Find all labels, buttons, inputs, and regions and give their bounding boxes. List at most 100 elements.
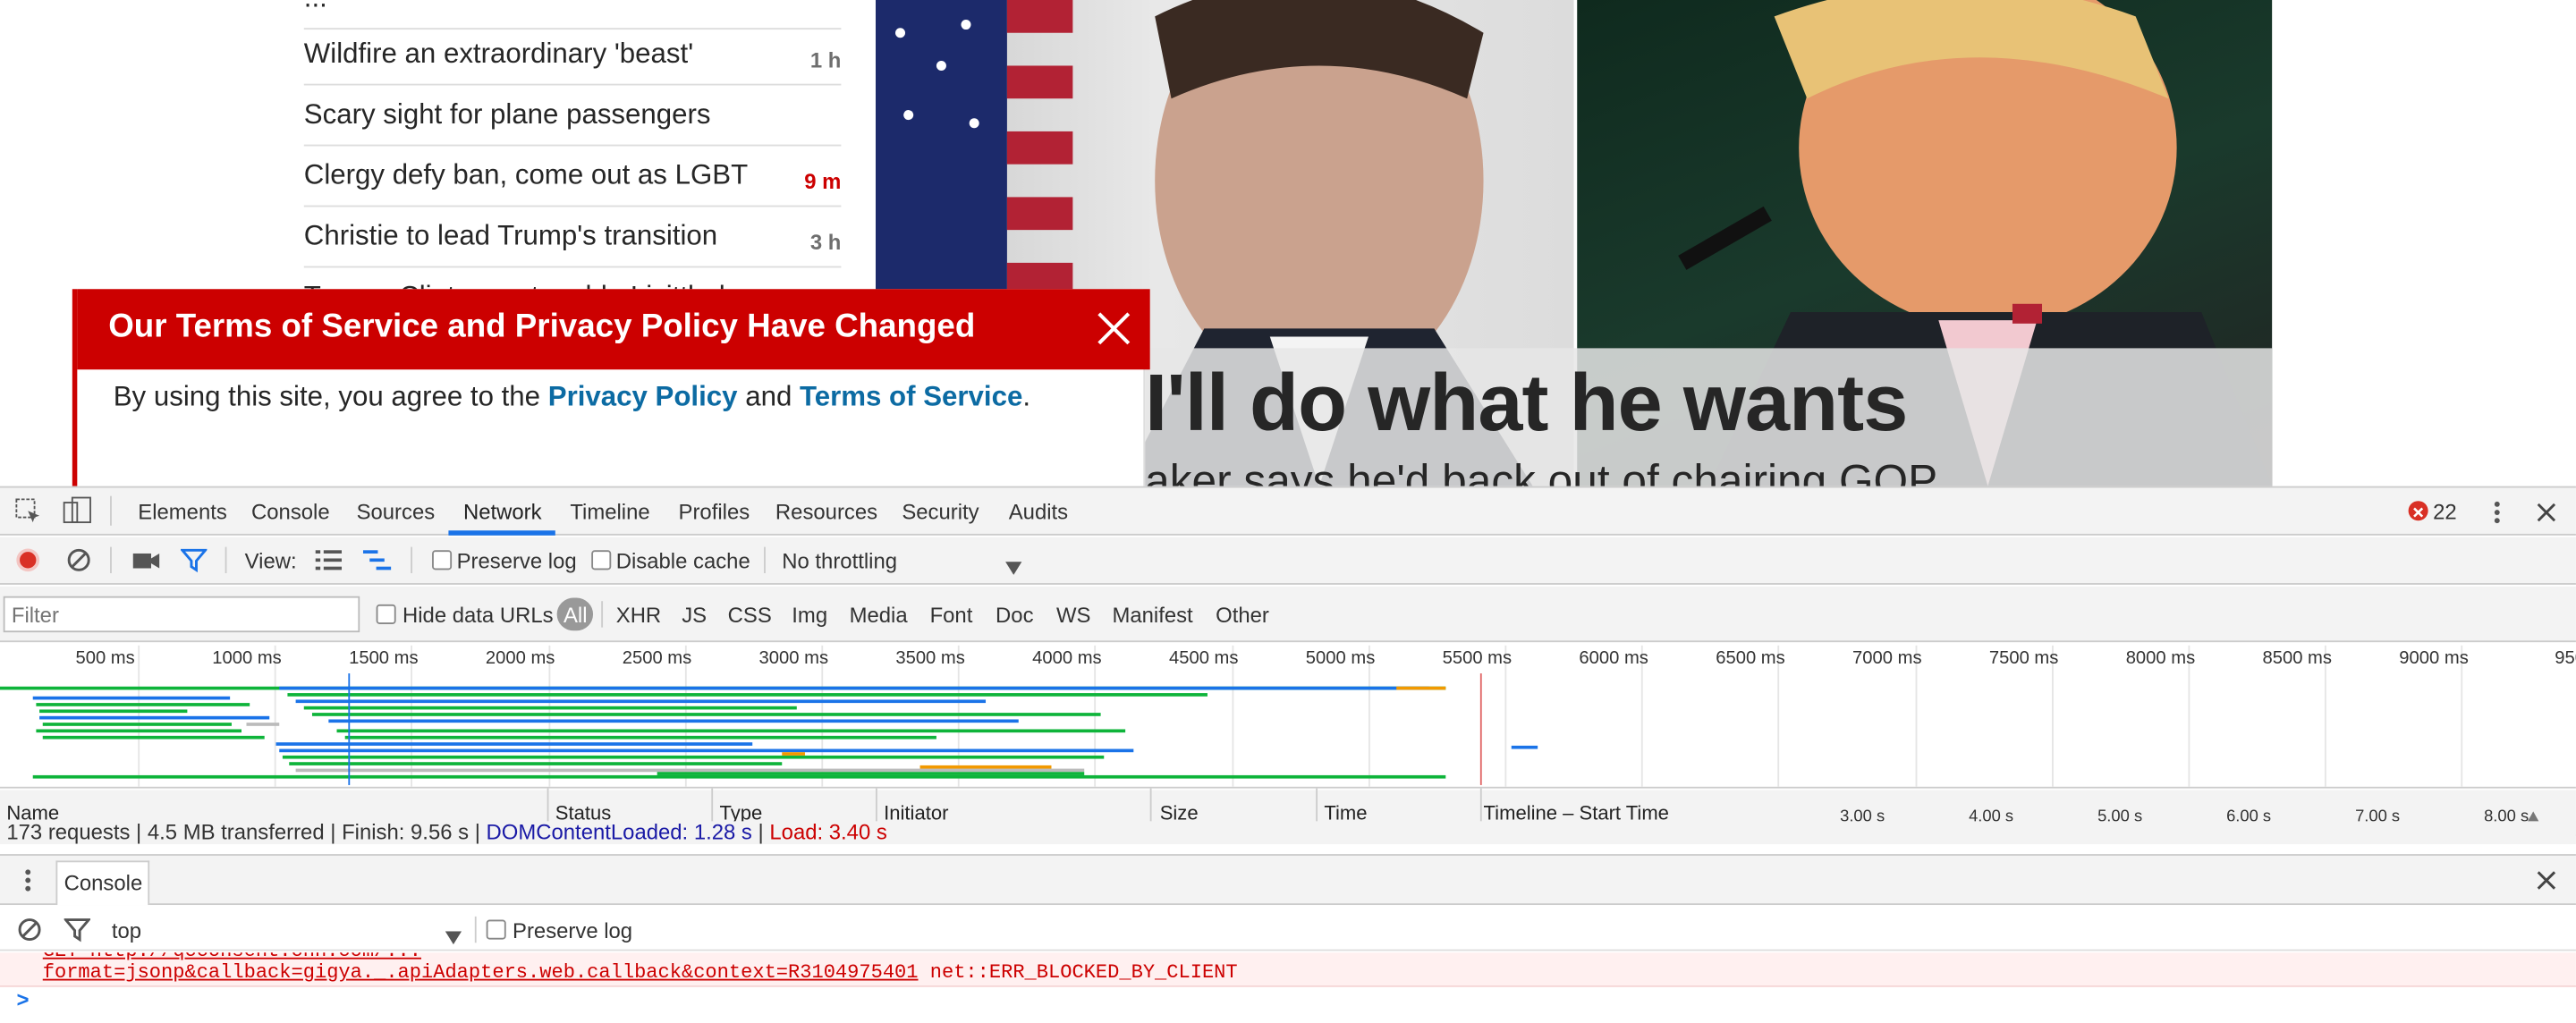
timeline-tick-label: 9500 [2555, 648, 2576, 669]
waterfall-bar [39, 715, 270, 720]
console-context-select[interactable]: top [112, 918, 141, 943]
tab-audits[interactable]: Audits [1009, 499, 1068, 524]
waterfall-bar [36, 729, 242, 733]
hide-data-urls-checkbox[interactable] [376, 604, 396, 624]
summary-sep: | [751, 821, 770, 845]
waterfall-bar [36, 703, 250, 706]
waterfall-bar [657, 772, 1085, 775]
tab-profiles[interactable]: Profiles [679, 499, 750, 524]
filter-type-ws[interactable]: WS [1056, 603, 1090, 628]
overview-icon[interactable] [362, 548, 393, 571]
waterfall-bar [42, 735, 265, 740]
record-icon[interactable] [16, 548, 40, 572]
terms-modal: Our Terms of Service and Privacy Policy … [72, 289, 1150, 486]
privacy-policy-link[interactable]: Privacy Policy [548, 381, 738, 412]
error-icon[interactable] [2408, 501, 2428, 521]
drawer-menu-icon[interactable] [20, 867, 36, 893]
console-preserve-log-label[interactable]: Preserve log [513, 918, 632, 943]
news-item[interactable]: Clergy defy ban, come out as LGBT 9 m [303, 146, 842, 207]
console-error-url[interactable]: format=jsonp&callback=gigya._.apiAdapter… [43, 960, 919, 984]
disable-cache-checkbox[interactable] [591, 550, 612, 571]
terms-of-service-link[interactable]: Terms of Service [800, 381, 1022, 412]
timeline-tick-label: 7000 ms [1852, 648, 1922, 669]
disable-cache-label[interactable]: Disable cache [616, 548, 750, 573]
preserve-log-label[interactable]: Preserve log [457, 548, 577, 573]
filter-type-font[interactable]: Font [930, 603, 973, 628]
inspect-element-icon[interactable] [15, 498, 43, 526]
filter-type-css[interactable]: CSS [728, 603, 772, 628]
news-item[interactable]: Scary sight for plane passengers [303, 86, 842, 147]
close-icon[interactable] [1096, 310, 1131, 346]
chevron-down-icon[interactable] [1005, 554, 1022, 575]
timeline-tick-label: 1500 ms [349, 648, 419, 669]
timeline-tick-label: 8000 ms [2125, 648, 2196, 669]
summary-load: Load: 3.40 s [769, 821, 887, 845]
close-drawer-icon[interactable] [2535, 869, 2558, 892]
waterfall-bar [919, 765, 1052, 769]
hero-headline[interactable]: I'll do what he wants [1145, 358, 1908, 450]
filter-input[interactable] [3, 596, 360, 633]
timeline-tick-label: 5000 ms [1305, 648, 1376, 669]
console-error-row[interactable]: GET http://qcconsent.cnn.com/... format=… [0, 952, 2576, 987]
large-rows-icon[interactable] [315, 548, 343, 571]
news-item[interactable]: Wildfire an extraordinary 'beast' 1 h [303, 25, 842, 86]
drawer-tabbar [0, 854, 2576, 906]
filter-type-all[interactable]: All [564, 603, 588, 628]
tab-console[interactable]: Console [251, 499, 330, 524]
waterfall-bar [32, 774, 1446, 779]
tab-sources[interactable]: Sources [357, 499, 436, 524]
filter-type-xhr[interactable]: XHR [616, 603, 661, 628]
more-options-icon[interactable] [2487, 499, 2507, 525]
close-devtools-icon[interactable] [2535, 501, 2558, 524]
capture-screenshots-icon[interactable] [131, 548, 161, 571]
console-filter-icon[interactable] [63, 917, 92, 943]
filter-type-media[interactable]: Media [850, 603, 908, 628]
sort-ascending-icon[interactable] [2525, 805, 2542, 826]
filter-type-manifest[interactable]: Manifest [1112, 603, 1192, 628]
tab-timeline[interactable]: Timeline [570, 499, 649, 524]
error-count[interactable]: 22 [2433, 499, 2457, 524]
console-preserve-log-checkbox[interactable] [486, 919, 506, 940]
console-error-message: net::ERR_BLOCKED_BY_CLIENT [929, 960, 1238, 985]
throttling-select[interactable]: No throttling [782, 548, 897, 573]
news-item-age: 9 m [804, 169, 842, 194]
tab-elements[interactable]: Elements [138, 499, 227, 524]
timeline-tick-label: 9000 ms [2399, 648, 2469, 669]
filter-type-other[interactable]: Other [1216, 603, 1269, 628]
context-chevron-down-icon[interactable] [445, 923, 462, 945]
waterfall-bar [303, 706, 797, 710]
timeline-tick-label: 6000 ms [1579, 648, 1648, 669]
news-item-title: Christie to lead Trump's transition [303, 220, 718, 252]
hide-data-urls-label[interactable]: Hide data URLs [402, 603, 554, 628]
waterfall-bar [287, 693, 1208, 697]
filter-type-doc[interactable]: Doc [996, 603, 1033, 628]
news-item[interactable]: Christie to lead Trump's transition 3 h [303, 207, 842, 268]
drawer-tab-console-label[interactable]: Console [64, 870, 143, 895]
device-mode-icon[interactable] [63, 496, 92, 526]
waterfall-bar [32, 696, 231, 700]
network-summary-clip: 173 requests | 4.5 MB transferred | Fini… [0, 821, 2576, 845]
waterfall-bar [282, 755, 1105, 759]
console-prompt-row[interactable]: > [0, 986, 2576, 1019]
filter-icon[interactable] [179, 547, 208, 573]
waterfall-bar [1396, 686, 1446, 690]
clear-icon[interactable] [65, 547, 91, 573]
tab-security[interactable]: Security [902, 499, 979, 524]
console-clear-icon[interactable] [16, 917, 42, 943]
waterfall-bar [311, 713, 1101, 716]
timeline-tick-label: 8500 ms [2262, 648, 2332, 669]
news-item-age: 3 h [809, 230, 842, 255]
terms-body-suffix: . [1022, 381, 1031, 413]
tab-network[interactable]: Network [463, 499, 542, 524]
timeline-tick-label: 5500 ms [1442, 648, 1513, 669]
waterfall-bar [1511, 745, 1538, 749]
terms-modal-header: Our Terms of Service and Privacy Policy … [77, 289, 1150, 370]
preserve-log-checkbox[interactable] [432, 550, 453, 571]
waterfall-bar [295, 699, 987, 704]
news-item-title: ... [304, 0, 327, 16]
filter-type-js[interactable]: JS [682, 603, 707, 628]
filter-type-img[interactable]: Img [792, 603, 827, 628]
waterfall-bar [289, 762, 783, 765]
tab-resources[interactable]: Resources [775, 499, 877, 524]
news-item-title: Clergy defy ban, come out as LGBT [303, 159, 749, 191]
